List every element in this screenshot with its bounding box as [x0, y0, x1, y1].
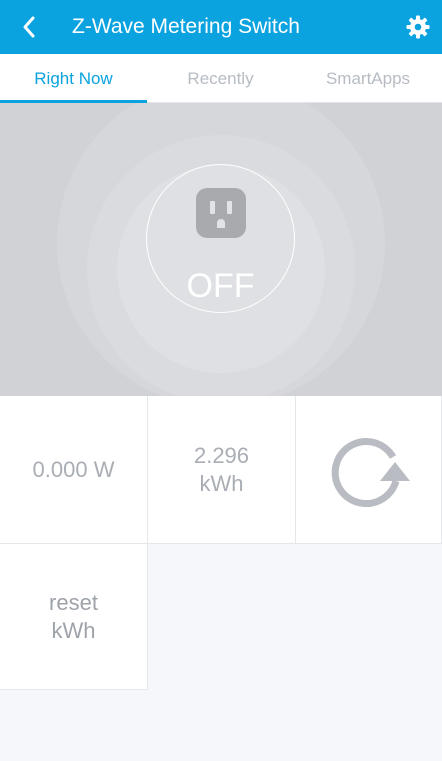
power-value: 0.000 W: [32, 456, 115, 482]
reset-energy-button[interactable]: reset kWh: [0, 544, 148, 690]
energy-value: 2.296 kWh: [193, 442, 250, 496]
settings-button[interactable]: [404, 13, 432, 41]
refresh-button[interactable]: [296, 396, 442, 544]
page-title: Z-Wave Metering Switch: [72, 15, 300, 38]
back-button[interactable]: [14, 11, 44, 43]
switch-state-label: OFF: [186, 267, 255, 305]
switch-toggle-button[interactable]: OFF: [146, 164, 295, 313]
switch-tile: OFF: [0, 103, 442, 396]
outlet-icon: [196, 188, 246, 238]
tab-smartapps[interactable]: SmartApps: [294, 54, 442, 103]
tab-recently[interactable]: Recently: [147, 54, 294, 103]
energy-tile: 2.296 kWh: [148, 396, 296, 544]
gear-icon: [406, 15, 430, 39]
power-tile: 0.000 W: [0, 396, 148, 544]
tab-bar: Right Now Recently SmartApps: [0, 54, 442, 103]
tab-right-now[interactable]: Right Now: [0, 54, 147, 103]
reset-energy-label: reset kWh: [49, 589, 98, 643]
top-bar: Z-Wave Metering Switch: [0, 0, 442, 54]
refresh-icon: [331, 437, 410, 507]
chevron-left-icon: [23, 16, 35, 38]
